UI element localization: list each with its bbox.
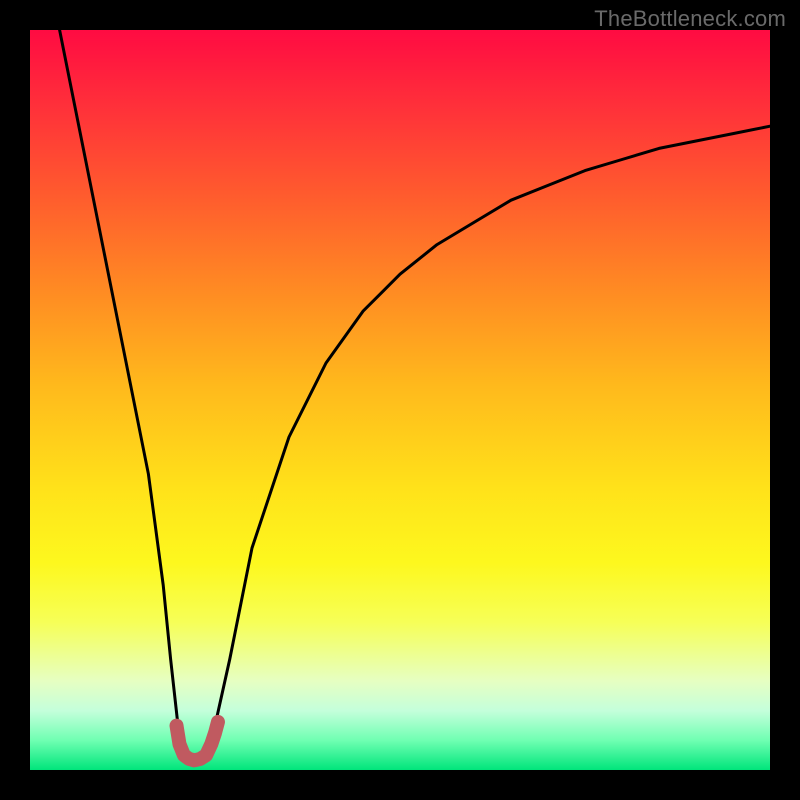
minimum-marker	[177, 722, 218, 760]
chart-svg	[30, 30, 770, 770]
watermark-text: TheBottleneck.com	[594, 6, 786, 32]
outer-frame: TheBottleneck.com	[0, 0, 800, 800]
bottleneck-curve	[60, 30, 770, 763]
plot-area	[30, 30, 770, 770]
